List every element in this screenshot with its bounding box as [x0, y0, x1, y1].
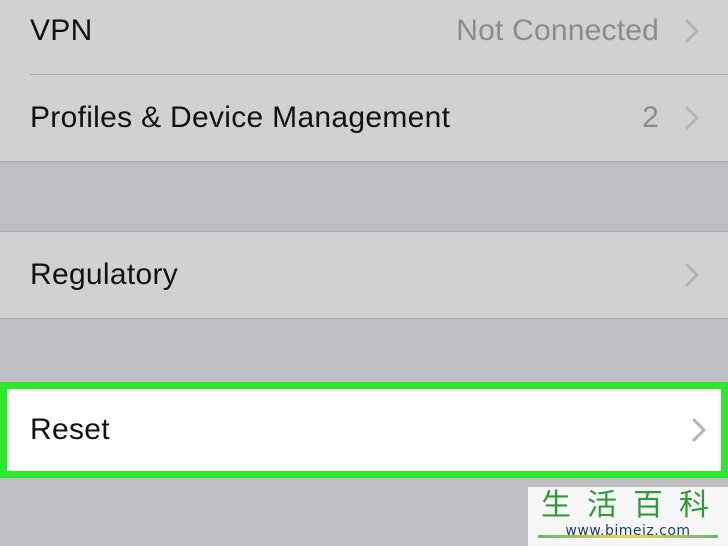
watermark-title: 生活百科	[541, 488, 725, 523]
chevron-right-icon	[685, 263, 699, 287]
profiles-count-value: 2	[642, 101, 659, 134]
vpn-label: VPN	[30, 14, 93, 47]
reset-highlight-box: Reset	[0, 382, 728, 478]
profiles-row[interactable]: Profiles & Device Management 2	[0, 75, 728, 161]
vpn-row[interactable]: VPN Not Connected	[0, 0, 728, 74]
settings-group-network: VPN Not Connected Profiles & Device Mana…	[0, 0, 728, 162]
settings-group-regulatory: Regulatory	[0, 231, 728, 319]
watermark-url: www.bimeiz.com	[565, 523, 691, 539]
profiles-label: Profiles & Device Management	[30, 101, 451, 134]
regulatory-label: Regulatory	[30, 258, 179, 291]
reset-label: Reset	[30, 413, 110, 446]
chevron-right-icon	[685, 19, 699, 43]
reset-row[interactable]: Reset	[7, 389, 721, 471]
vpn-status-value: Not Connected	[456, 14, 659, 47]
settings-screen: VPN Not Connected Profiles & Device Mana…	[0, 0, 728, 546]
chevron-right-icon	[692, 418, 706, 442]
regulatory-row[interactable]: Regulatory	[0, 232, 728, 318]
chevron-right-icon	[685, 106, 699, 130]
watermark: 生活百科 www.bimeiz.com	[528, 487, 728, 546]
